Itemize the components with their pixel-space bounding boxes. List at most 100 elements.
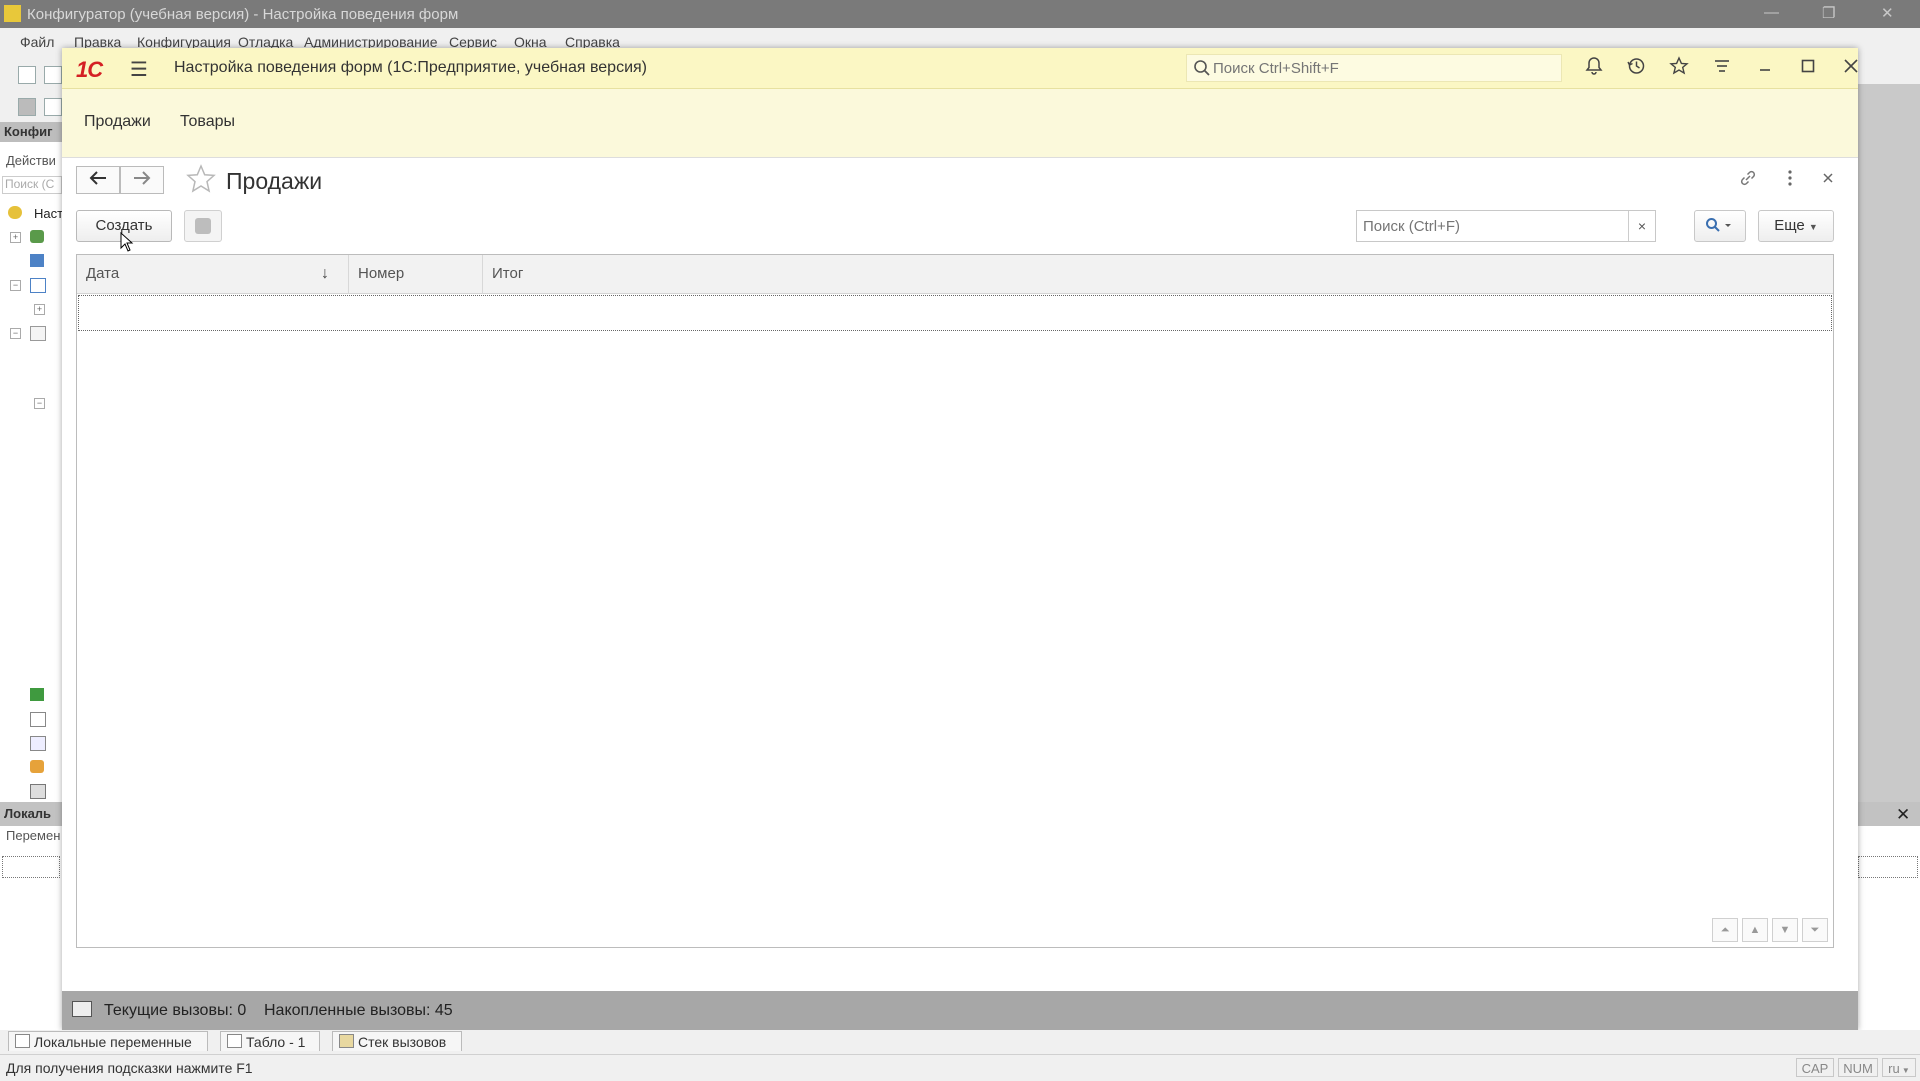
enterprise-window: 1С ☰ Настройка поведения форм (1С:Предпр…: [62, 48, 1858, 1030]
tree-expand-toggle[interactable]: +: [10, 232, 21, 243]
outer-window-title: Конфигуратор (учебная версия) - Настройк…: [27, 6, 459, 23]
processing-icon: [30, 760, 44, 773]
panel-search-field[interactable]: Поиск (С: [2, 176, 62, 194]
chevron-down-icon: ▼: [1899, 1066, 1910, 1075]
tab-local-variables[interactable]: Локальные переменные: [8, 1031, 208, 1051]
open-file-icon[interactable]: [44, 66, 62, 84]
bottom-tabs: Локальные переменные Табло - 1 Стек вызо…: [0, 1030, 1920, 1052]
bell-icon[interactable]: [1581, 56, 1607, 80]
sales-table[interactable]: Дата ↓ Номер Итог: [76, 254, 1834, 948]
charts-icon: [30, 736, 46, 751]
list-search[interactable]: ×: [1356, 210, 1656, 242]
column-date-label: Дата: [86, 265, 120, 282]
registers-icon: [30, 688, 44, 701]
status-hint: Для получения подсказки нажмите F1: [6, 1060, 253, 1076]
favorite-star-icon[interactable]: [186, 164, 216, 201]
background-area: [1858, 84, 1920, 802]
tab-local-variables-label: Локальные переменные: [34, 1034, 192, 1050]
documents-icon: [30, 326, 46, 341]
outer-restore-button[interactable]: ❐: [1822, 4, 1835, 22]
tree-expand-toggle-2[interactable]: +: [34, 304, 45, 315]
local-variables-column: Перемен: [6, 828, 61, 843]
scroll-to-bottom-icon[interactable]: ⏷: [1802, 918, 1828, 942]
local-variables-header: Локаль: [0, 802, 62, 826]
status-bar: Для получения подсказки нажмите F1 CAP N…: [0, 1054, 1920, 1081]
tab-call-stack[interactable]: Стек вызовов: [332, 1031, 462, 1051]
tab-board[interactable]: Табло - 1: [220, 1031, 320, 1051]
accumulated-calls: Накопленные вызовы: 45: [264, 1002, 453, 1019]
tree-collapse-toggle[interactable]: −: [10, 280, 21, 291]
outer-minimize-button[interactable]: —: [1764, 4, 1779, 21]
back-button[interactable]: [76, 166, 120, 194]
board-icon: [227, 1034, 242, 1048]
scroll-up-icon[interactable]: ▲: [1742, 918, 1768, 942]
configuration-panel: Конфиг Действи Поиск (С Наст + − + − −: [0, 122, 63, 802]
form-title: Продажи: [226, 168, 323, 194]
current-calls: Текущие вызовы: 0: [104, 1002, 247, 1019]
num-lock-indicator: NUM: [1838, 1058, 1878, 1077]
global-search-input[interactable]: [1211, 59, 1555, 78]
report-button[interactable]: [184, 210, 222, 242]
more-actions-icon[interactable]: [1780, 168, 1800, 193]
clear-search-button[interactable]: ×: [1628, 211, 1655, 241]
menu-file[interactable]: Файл: [20, 34, 54, 50]
global-search[interactable]: [1186, 54, 1562, 82]
forward-button[interactable]: [120, 166, 164, 194]
chevron-down-icon: ▼: [1808, 222, 1818, 232]
section-sales[interactable]: Продажи: [84, 113, 151, 131]
search-icon: [1193, 59, 1211, 82]
section-panel: Продажи Товары: [62, 89, 1858, 158]
catalogs-icon: [30, 278, 46, 293]
scroll-to-top-icon[interactable]: ⏶: [1712, 918, 1738, 942]
maximize-icon[interactable]: [1795, 56, 1821, 80]
tab-call-stack-label: Стек вызовов: [358, 1034, 447, 1050]
configurator-app-icon: [4, 5, 21, 22]
tree-collapse-toggle-3[interactable]: −: [34, 398, 45, 409]
performance-monitor-icon[interactable]: [72, 1001, 92, 1017]
local-variables-row[interactable]: [2, 856, 60, 878]
enums-icon: [30, 784, 46, 799]
mouse-cursor-icon: [120, 231, 134, 255]
toolbar-list-icon[interactable]: [18, 98, 36, 116]
form-close-icon[interactable]: [1818, 168, 1838, 193]
app-title: Настройка поведения форм (1С:Предприятие…: [174, 59, 647, 76]
outer-close-button[interactable]: ✕: [1881, 4, 1894, 22]
background-panel: [1858, 802, 1920, 1030]
settings-root-icon: [8, 206, 22, 219]
column-total[interactable]: Итог: [483, 255, 1833, 293]
search-options-button[interactable]: [1694, 210, 1746, 242]
link-icon[interactable]: [1738, 168, 1758, 193]
1c-logo: 1С: [76, 57, 103, 82]
server-calls-bar: Текущие вызовы: 0 Накопленные вызовы: 45: [62, 991, 1858, 1030]
section-goods[interactable]: Товары: [180, 113, 235, 131]
minimize-icon[interactable]: [1752, 56, 1778, 80]
column-date[interactable]: Дата ↓: [77, 255, 349, 293]
common-objects-icon: [30, 230, 44, 243]
local-variables-icon: [15, 1034, 30, 1048]
constants-icon: [30, 254, 44, 267]
more-button[interactable]: Еще ▼: [1758, 210, 1834, 242]
panel-close-icon[interactable]: ✕: [1896, 805, 1910, 825]
sales-list-form: Продажи Создать × Еще ▼: [76, 158, 1856, 1000]
configuration-panel-header: Конфиг: [0, 122, 62, 142]
tab-board-label: Табло - 1: [246, 1034, 306, 1050]
close-icon[interactable]: [1838, 56, 1864, 80]
language-label: ru: [1888, 1061, 1900, 1076]
history-icon[interactable]: [1623, 56, 1649, 80]
tree-root-label[interactable]: Наст: [34, 206, 62, 221]
favorites-star-icon[interactable]: [1666, 56, 1692, 80]
table-row[interactable]: [78, 295, 1832, 331]
app-header: 1С ☰ Настройка поведения форм (1С:Предпр…: [62, 48, 1858, 89]
more-button-label: Еще: [1774, 217, 1805, 234]
tree-collapse-toggle-2[interactable]: −: [10, 328, 21, 339]
language-indicator[interactable]: ru ▼: [1882, 1058, 1916, 1077]
scroll-down-icon[interactable]: ▼: [1772, 918, 1798, 942]
toolbar-table-icon[interactable]: [44, 98, 62, 116]
hamburger-menu-icon[interactable]: ☰: [130, 57, 148, 82]
column-number[interactable]: Номер: [349, 255, 483, 293]
list-search-input[interactable]: [1361, 217, 1625, 236]
settings-lines-icon[interactable]: [1709, 56, 1735, 80]
new-file-icon[interactable]: [18, 66, 36, 84]
table-header: Дата ↓ Номер Итог: [77, 255, 1833, 294]
panel-actions-label[interactable]: Действи: [6, 153, 56, 168]
